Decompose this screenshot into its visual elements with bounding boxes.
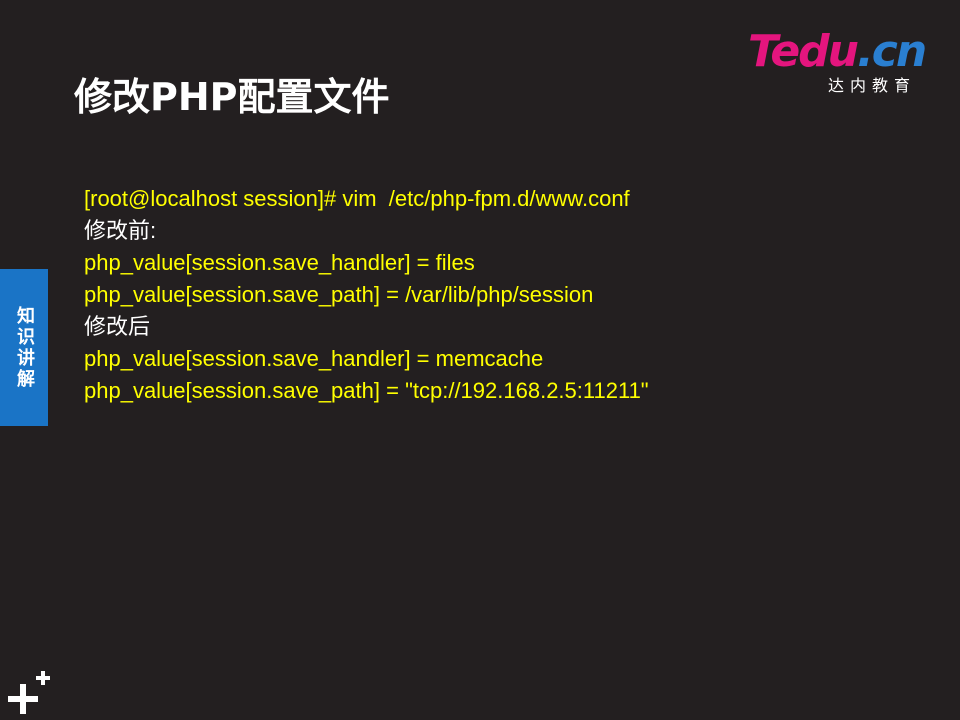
content-line: php_value[session.save_path] = "tcp://19… [84,378,649,403]
side-tab: 知识讲解 [0,269,48,426]
side-tab-label: 知识讲解 [14,305,35,390]
tedu-logo: Tedu.cn 达内教育 [748,28,938,100]
slide: 修改PHP配置文件 Tedu.cn 达内教育 知识讲解 [root@localh… [0,0,960,720]
content-line: 修改前: [84,218,157,243]
logo-tld: .cn [857,26,927,77]
content-line: php_value[session.save_path] = /var/lib/… [84,282,594,307]
logo-brand: Tedu [748,26,859,77]
content-line: php_value[session.save_handler] = memcac… [84,346,544,371]
content-line: [root@localhost session]# vim /etc/php-f… [84,186,630,211]
logo-wordmark: Tedu.cn [748,26,927,77]
content-line: 修改后 [84,314,151,339]
content-line: php_value[session.save_handler] = files [84,250,475,275]
logo-subtitle: 达内教育 [828,76,917,95]
plus-icon [8,671,50,714]
slide-title: 修改PHP配置文件 [74,75,390,119]
code-content: [root@localhost session]# vim /etc/php-f… [84,183,944,407]
